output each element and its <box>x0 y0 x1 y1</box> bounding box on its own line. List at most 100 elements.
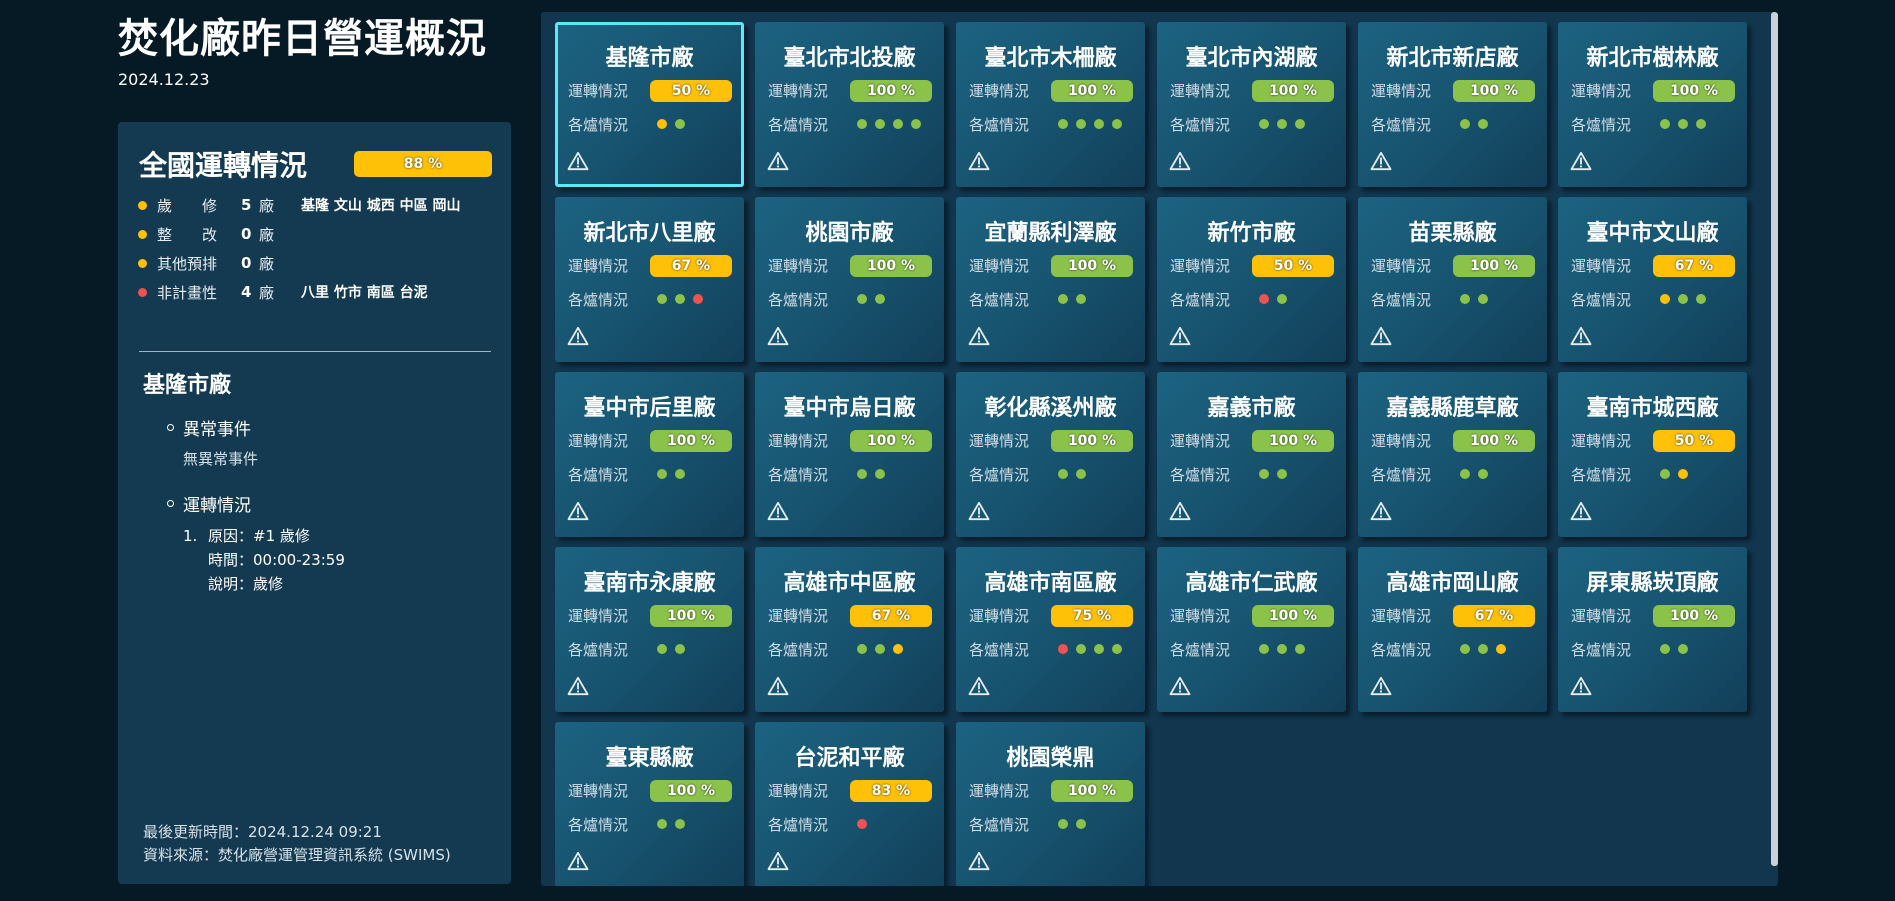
furnace-status-dot <box>1696 119 1706 129</box>
stat-count: 0 <box>241 225 252 243</box>
plant-card[interactable]: 臺北市內湖廠 運轉情況 100 % 各爐情況 <box>1157 22 1346 187</box>
plant-name: 新竹市廠 <box>1207 221 1296 246</box>
warning-icon[interactable] <box>767 326 789 346</box>
warning-icon[interactable] <box>1570 151 1592 171</box>
plant-card[interactable]: 臺中市后里廠 運轉情況 100 % 各爐情況 <box>555 372 744 537</box>
furnace-status-dot <box>1660 644 1670 654</box>
warning-icon[interactable] <box>1169 151 1191 171</box>
operation-percent-badge: 100 % <box>1653 80 1735 102</box>
furnace-status-dot <box>675 294 685 304</box>
operation-percent-badge: 100 % <box>1051 780 1133 802</box>
operation-percent-badge: 100 % <box>1453 430 1535 452</box>
abnormal-events-label: 異常事件 <box>183 420 251 440</box>
operation-label: 運轉情況 <box>768 432 829 450</box>
plant-card[interactable]: 高雄市岡山廠 運轉情況 67 % 各爐情況 <box>1358 547 1547 712</box>
warning-icon[interactable] <box>1370 676 1392 696</box>
warning-icon[interactable] <box>767 851 789 871</box>
warning-icon[interactable] <box>567 851 589 871</box>
warning-icon[interactable] <box>968 851 990 871</box>
plant-card[interactable]: 台泥和平廠 運轉情況 83 % 各爐情況 <box>755 722 944 886</box>
furnace-status-dot <box>893 119 903 129</box>
furnace-status-dot <box>1058 644 1068 654</box>
operation-status-label: 運轉情況 <box>183 496 251 516</box>
warning-icon[interactable] <box>1570 501 1592 521</box>
warning-icon[interactable] <box>1370 151 1392 171</box>
operation-label: 運轉情況 <box>568 432 629 450</box>
plant-card[interactable]: 新北市八里廠 運轉情況 67 % 各爐情況 <box>555 197 744 362</box>
plant-card[interactable]: 高雄市中區廠 運轉情況 67 % 各爐情況 <box>755 547 944 712</box>
furnace-status-dot <box>1094 119 1104 129</box>
warning-icon[interactable] <box>567 676 589 696</box>
plant-card[interactable]: 高雄市南區廠 運轉情況 75 % 各爐情況 <box>956 547 1145 712</box>
plant-card[interactable]: 新北市新店廠 運轉情況 100 % 各爐情況 <box>1358 22 1547 187</box>
plant-name: 嘉義縣鹿草廠 <box>1386 396 1519 421</box>
plant-card[interactable]: 宜蘭縣利澤廠 運轉情況 100 % 各爐情況 <box>956 197 1145 362</box>
furnace-label: 各爐情況 <box>768 291 829 309</box>
plant-card[interactable]: 嘉義市廠 運轉情況 100 % 各爐情況 <box>1157 372 1346 537</box>
plant-card[interactable]: 高雄市仁武廠 運轉情況 100 % 各爐情況 <box>1157 547 1346 712</box>
plant-card[interactable]: 苗栗縣廠 運轉情況 100 % 各爐情況 <box>1358 197 1547 362</box>
plant-card[interactable]: 臺南市城西廠 運轉情況 50 % 各爐情況 <box>1558 372 1747 537</box>
furnace-dots <box>657 294 711 304</box>
warning-icon[interactable] <box>1169 501 1191 521</box>
plant-card[interactable]: 彰化縣溪州廠 運轉情況 100 % 各爐情況 <box>956 372 1145 537</box>
furnace-status-dot <box>1076 644 1086 654</box>
plant-name: 臺中市后里廠 <box>583 396 716 421</box>
warning-icon[interactable] <box>1570 326 1592 346</box>
plant-name: 臺中市文山廠 <box>1586 221 1719 246</box>
plant-name: 臺東縣廠 <box>605 746 694 771</box>
warning-icon[interactable] <box>1169 676 1191 696</box>
warning-icon[interactable] <box>968 326 990 346</box>
plant-card[interactable]: 臺中市烏日廠 運轉情況 100 % 各爐情況 <box>755 372 944 537</box>
furnace-status-dot <box>1678 644 1688 654</box>
plant-card[interactable]: 桃園市廠 運轉情況 100 % 各爐情況 <box>755 197 944 362</box>
warning-icon[interactable] <box>567 326 589 346</box>
plant-card[interactable]: 嘉義縣鹿草廠 運轉情況 100 % 各爐情況 <box>1358 372 1547 537</box>
plant-card[interactable]: 屏東縣崁頂廠 運轉情況 100 % 各爐情況 <box>1558 547 1747 712</box>
warning-icon[interactable] <box>767 151 789 171</box>
furnace-status-dot <box>657 294 667 304</box>
plant-card[interactable]: 臺南市永康廠 運轉情況 100 % 各爐情況 <box>555 547 744 712</box>
warning-icon[interactable] <box>968 151 990 171</box>
furnace-status-dot <box>1112 644 1122 654</box>
furnace-status-dot <box>1678 119 1688 129</box>
plant-card[interactable]: 臺北市木柵廠 運轉情況 100 % 各爐情況 <box>956 22 1145 187</box>
plant-card[interactable]: 臺東縣廠 運轉情況 100 % 各爐情況 <box>555 722 744 886</box>
scrollbar-thumb[interactable] <box>1771 12 1778 866</box>
furnace-status-dot <box>857 294 867 304</box>
plant-card[interactable]: 臺北市北投廠 運轉情況 100 % 各爐情況 <box>755 22 944 187</box>
stat-unit: 廠 <box>259 283 275 302</box>
plant-card[interactable]: 新北市樹林廠 運轉情況 100 % 各爐情況 <box>1558 22 1747 187</box>
warning-icon[interactable] <box>1169 326 1191 346</box>
warning-icon[interactable] <box>968 676 990 696</box>
warning-icon[interactable] <box>767 501 789 521</box>
operation-label: 運轉情況 <box>1170 82 1231 100</box>
furnace-label: 各爐情況 <box>1571 641 1632 659</box>
operation-label: 運轉情況 <box>1170 432 1231 450</box>
warning-icon[interactable] <box>767 676 789 696</box>
plant-card[interactable]: 桃園榮鼎 運轉情況 100 % 各爐情況 <box>956 722 1145 886</box>
furnace-status-dot <box>1660 119 1670 129</box>
warning-icon[interactable] <box>567 501 589 521</box>
operation-percent-badge: 100 % <box>850 430 932 452</box>
plant-card[interactable]: 基隆市廠 運轉情況 50 % 各爐情況 <box>555 22 744 187</box>
furnace-status-dot <box>657 119 667 129</box>
furnace-status-dot <box>1660 294 1670 304</box>
furnace-status-dot <box>1478 644 1488 654</box>
furnace-status-dot <box>1660 469 1670 479</box>
furnace-status-dot <box>875 469 885 479</box>
warning-icon[interactable] <box>567 151 589 171</box>
operation-percent-badge: 50 % <box>1252 255 1334 277</box>
furnace-status-dot <box>1076 294 1086 304</box>
plant-card[interactable]: 臺中市文山廠 運轉情況 67 % 各爐情況 <box>1558 197 1747 362</box>
furnace-status-dot <box>1259 469 1269 479</box>
last-updated: 最後更新時間：2024.12.24 09:21 <box>143 823 382 841</box>
plant-card[interactable]: 新竹市廠 運轉情況 50 % 各爐情況 <box>1157 197 1346 362</box>
warning-icon[interactable] <box>968 501 990 521</box>
furnace-label: 各爐情況 <box>969 466 1030 484</box>
warning-icon[interactable] <box>1370 326 1392 346</box>
warning-icon[interactable] <box>1370 501 1392 521</box>
furnace-dots <box>1660 294 1714 304</box>
warning-icon[interactable] <box>1570 676 1592 696</box>
furnace-status-dot <box>675 119 685 129</box>
